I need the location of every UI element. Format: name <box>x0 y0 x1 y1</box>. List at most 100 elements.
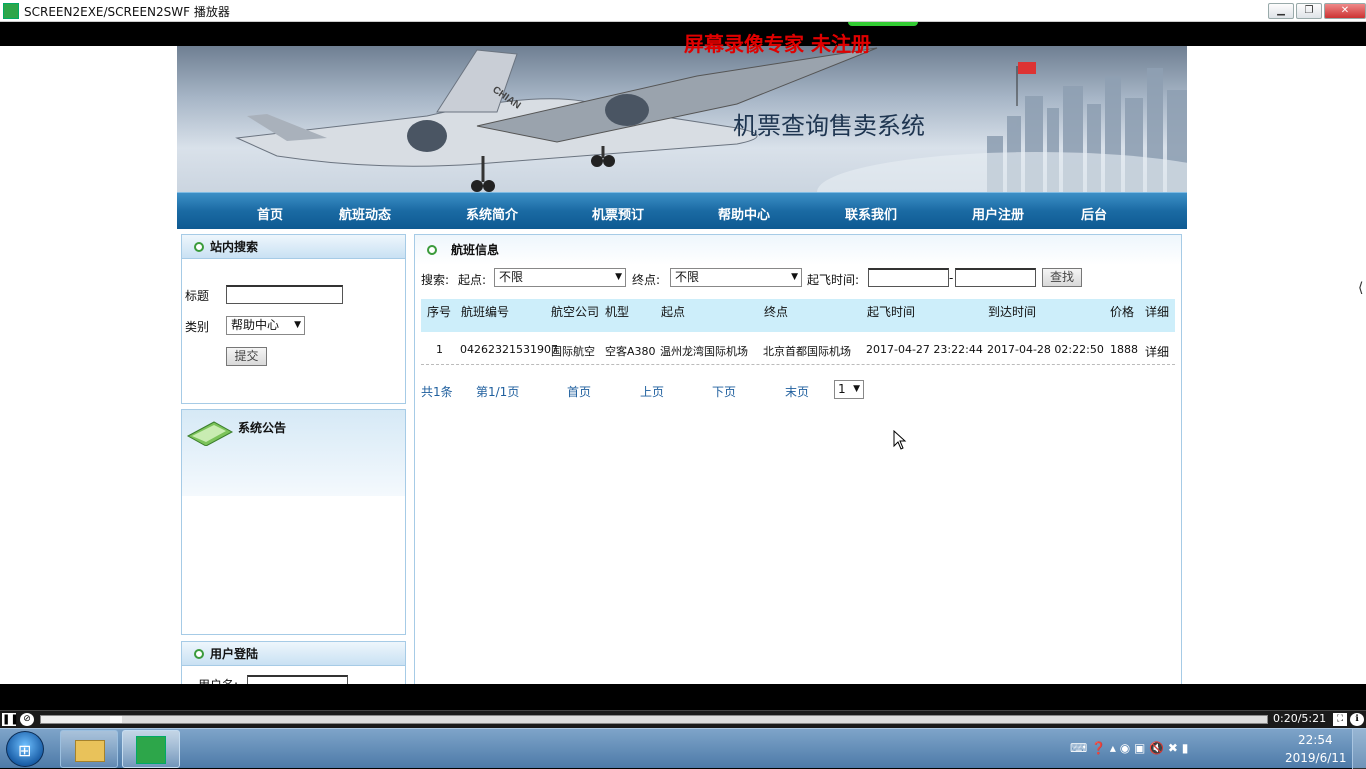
windows-logo-icon: ⊞ <box>18 741 32 760</box>
site-search-title: 站内搜索 <box>210 240 259 254</box>
nav-help-center[interactable]: 帮助中心 <box>718 204 770 223</box>
category-select[interactable]: 帮助中心 ▼ <box>226 316 305 335</box>
from-select-value: 不限 <box>499 270 524 284</box>
banner-illustration: CHIAN <box>235 47 1187 192</box>
category-select-value: 帮助中心 <box>231 318 280 332</box>
main-navbar: 首页 航班动态 系统简介 机票预订 帮助中心 联系我们 用户注册 后台 <box>177 192 1187 229</box>
clock-time: 22:54 <box>1298 733 1333 747</box>
bullet-icon <box>427 245 437 255</box>
minimize-button[interactable]: ▁ <box>1268 3 1294 19</box>
row-price: 1888 <box>1110 343 1138 356</box>
find-button[interactable]: 查找 <box>1042 268 1082 287</box>
row-arrive: 2017-04-28 02:22:50 <box>987 343 1104 356</box>
to-label: 终点: <box>632 273 661 287</box>
player-top-band <box>0 22 1366 46</box>
to-select-value: 不限 <box>675 270 700 284</box>
chevron-down-icon: ▼ <box>853 384 860 394</box>
login-header: 用户登陆 <box>182 642 405 666</box>
col-no: 序号 <box>427 305 452 319</box>
pager-prev-link[interactable]: 上页 <box>640 383 664 400</box>
bullet-icon <box>194 242 204 252</box>
info-icon[interactable]: ℹ <box>1350 713 1364 726</box>
tray-icons[interactable]: ⌨ ❓ ▴ ◉ ▣ 🔇 ✖ ▮ <box>1070 741 1188 755</box>
from-label: 起点: <box>458 273 487 287</box>
notice-board-icon <box>186 421 234 446</box>
time-separator: - <box>949 271 954 285</box>
username-label: 用户名: <box>198 676 238 684</box>
chevron-down-icon: ▼ <box>615 272 622 282</box>
chevron-down-icon: ▼ <box>791 272 798 282</box>
side-scroll-handle-icon[interactable]: ⟨ <box>1358 280 1366 300</box>
title-input[interactable] <box>226 285 343 304</box>
settings-icon[interactable]: ⊘ <box>20 713 34 726</box>
clock-date: 2019/6/11 <box>1285 751 1347 765</box>
nav-ticket-booking[interactable]: 机票预订 <box>592 204 644 223</box>
pager-next-link[interactable]: 下页 <box>712 383 736 400</box>
taskbar-player[interactable] <box>122 730 180 768</box>
submit-button[interactable]: 提交 <box>226 347 267 366</box>
unregistered-watermark: 屏幕录像专家 未注册 <box>684 32 871 56</box>
col-model: 机型 <box>605 305 630 319</box>
player-indicator <box>848 22 918 26</box>
username-input[interactable] <box>247 675 348 684</box>
player-controls: ❚❚ ⊘ 0:20/5:21 ⛶ ℹ <box>0 710 1366 728</box>
player-band <box>0 684 1366 710</box>
site-banner: CHIAN 机票查询售卖系统 <box>177 46 1187 192</box>
notice-title: 系统公告 <box>238 421 287 435</box>
web-page: CHIAN 机票查询售卖系统 首页 航班动态 系统简介 机票预订 帮助中心 联系… <box>0 46 1366 684</box>
site-search-header: 站内搜索 <box>182 235 405 259</box>
bullet-icon <box>194 649 204 659</box>
row-detail-link[interactable]: 详细 <box>1145 343 1169 360</box>
to-select[interactable]: 不限 ▼ <box>670 268 802 287</box>
depart-time-end-input[interactable] <box>955 268 1036 287</box>
category-label: 类别 <box>185 320 210 334</box>
player-app-icon <box>136 736 166 764</box>
nav-contact-us[interactable]: 联系我们 <box>845 204 897 223</box>
player-app-icon <box>3 3 19 19</box>
row-depart: 2017-04-27 23:22:44 <box>866 343 983 356</box>
flight-info-panel: 航班信息 搜索: 起点: 不限 ▼ 终点: 不限 ▼ 起飞时间: - 查找 序号… <box>414 234 1182 684</box>
depart-time-start-input[interactable] <box>868 268 949 287</box>
col-depart: 起飞时间 <box>867 305 916 319</box>
taskbar-explorer[interactable] <box>60 730 118 768</box>
pager-select[interactable]: 1 ▼ <box>834 380 864 399</box>
show-desktop-button[interactable] <box>1352 729 1366 769</box>
row-from: 温州龙湾国际机场 <box>660 345 748 358</box>
from-select[interactable]: 不限 ▼ <box>494 268 626 287</box>
pager-last-link[interactable]: 末页 <box>785 383 809 400</box>
window-titlebar: SCREEN2EXE/SCREEN2SWF 播放器 ▁ ❐ ✕ <box>0 0 1366 22</box>
search-label: 搜索: <box>421 273 450 287</box>
window-title: SCREEN2EXE/SCREEN2SWF 播放器 <box>24 5 230 19</box>
mouse-cursor-icon <box>893 430 907 450</box>
login-title: 用户登陆 <box>210 647 259 661</box>
progress-fill <box>41 716 122 723</box>
close-button[interactable]: ✕ <box>1324 3 1366 19</box>
start-button[interactable]: ⊞ <box>6 731 44 767</box>
col-detail: 详细 <box>1145 305 1170 319</box>
pager-select-value: 1 <box>838 382 846 396</box>
nav-home[interactable]: 首页 <box>257 204 283 223</box>
nav-admin[interactable]: 后台 <box>1081 204 1107 223</box>
fullscreen-icon[interactable]: ⛶ <box>1333 713 1347 726</box>
col-price: 价格 <box>1110 305 1135 319</box>
nav-user-register[interactable]: 用户注册 <box>972 204 1024 223</box>
col-flight-number: 航班编号 <box>461 305 510 319</box>
row-airline: 国际航空 <box>551 345 595 358</box>
row-no: 1 <box>436 343 443 356</box>
playback-time: 0:20/5:21 <box>1273 712 1327 725</box>
chevron-down-icon: ▼ <box>294 320 301 330</box>
table-header-row <box>421 299 1175 332</box>
folder-icon <box>75 740 105 762</box>
nav-flight-status[interactable]: 航班动态 <box>339 204 391 223</box>
title-label: 标题 <box>185 289 210 303</box>
row-model: 空客A380 <box>605 345 656 358</box>
col-airline: 航空公司 <box>551 305 600 319</box>
pager-first-link[interactable]: 首页 <box>567 383 591 400</box>
notice-panel: 系统公告 <box>181 409 406 635</box>
progress-track[interactable] <box>40 715 1268 724</box>
flight-info-title: 航班信息 <box>451 243 500 257</box>
maximize-button[interactable]: ❐ <box>1296 3 1322 19</box>
col-to: 终点 <box>764 305 789 319</box>
nav-system-intro[interactable]: 系统简介 <box>466 204 518 223</box>
pause-icon[interactable]: ❚❚ <box>2 713 19 726</box>
